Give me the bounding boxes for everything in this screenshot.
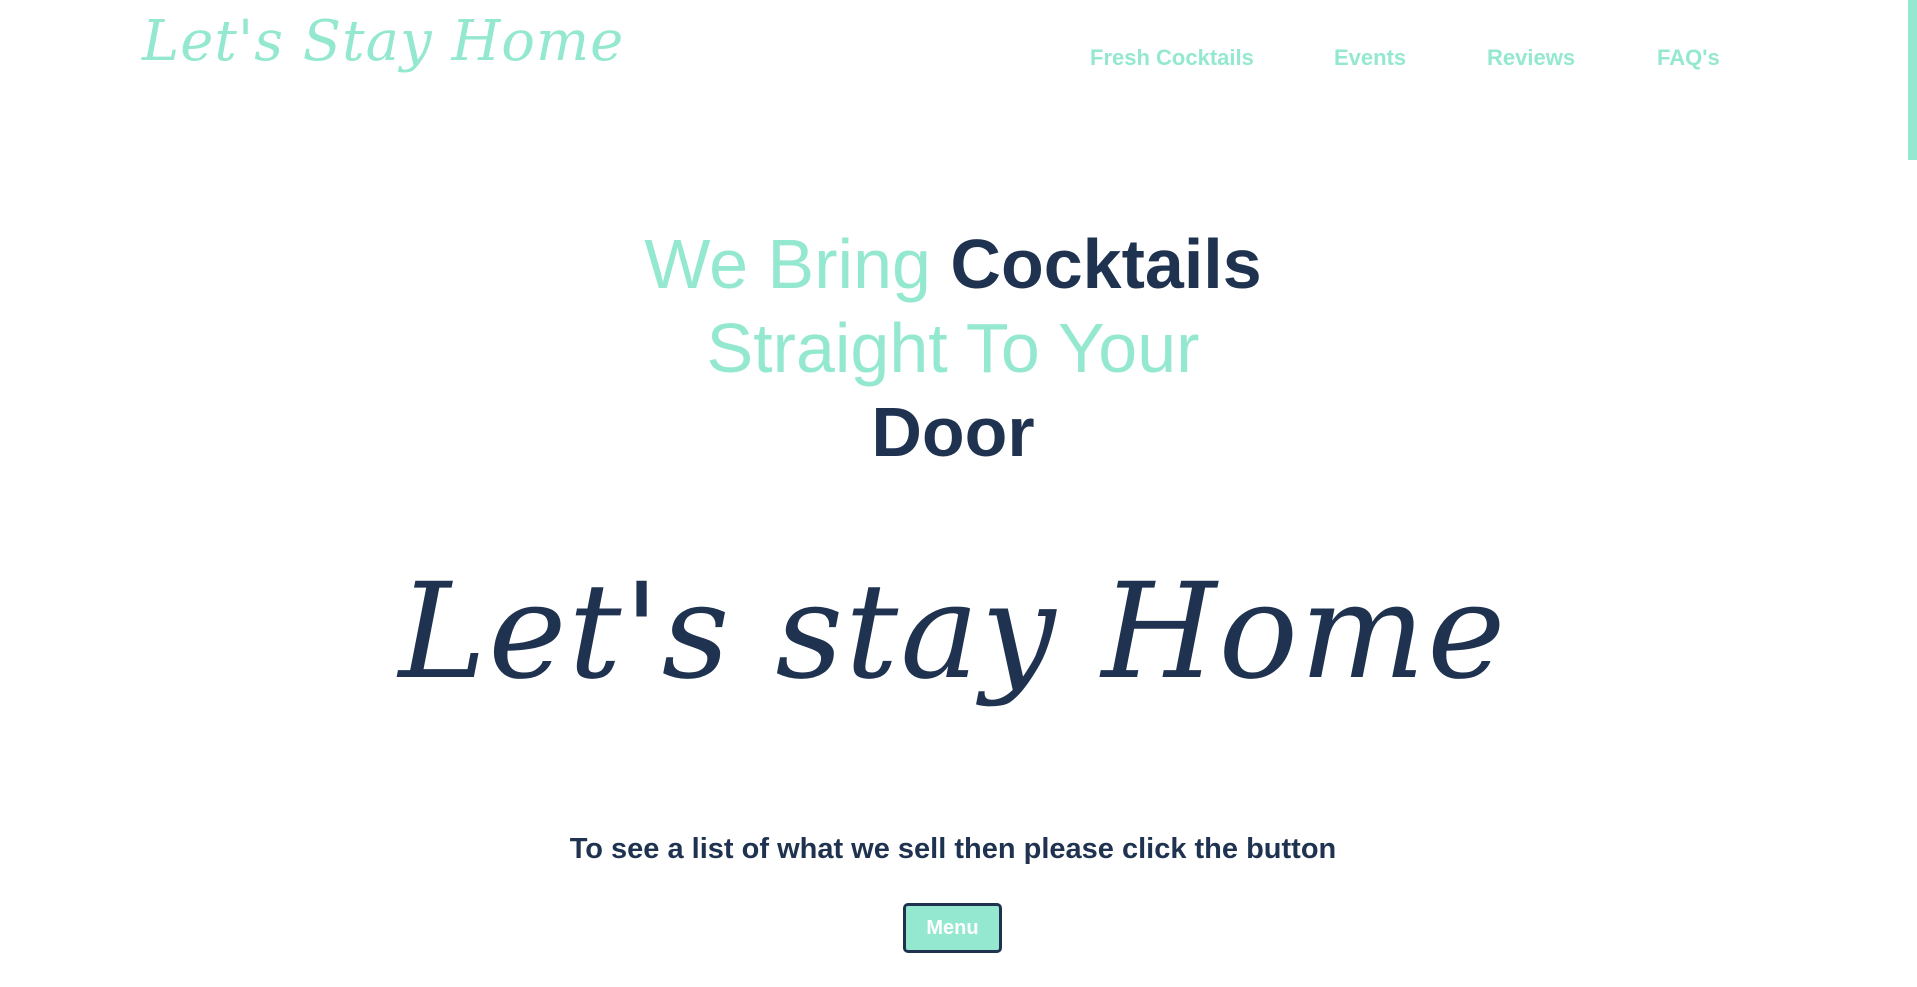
- headline-cocktails: Cocktails: [950, 225, 1262, 303]
- scrollbar-thumb[interactable]: [1908, 0, 1917, 160]
- nav-link-reviews[interactable]: Reviews: [1487, 45, 1575, 71]
- menu-button[interactable]: Menu: [903, 903, 1002, 953]
- headline-door: Door: [871, 393, 1035, 471]
- headline-straight-to-your: Straight To Your: [706, 309, 1200, 387]
- menu-instruction: To see a list of what we sell then pleas…: [569, 833, 1337, 865]
- nav-link-fresh-cocktails[interactable]: Fresh Cocktails: [1090, 45, 1254, 71]
- nav-link-faqs[interactable]: FAQ's: [1657, 45, 1720, 71]
- script-title: Let's stay Home: [398, 555, 1508, 709]
- headline-we-bring: We Bring: [644, 225, 931, 303]
- hero-headline: We Bring Cocktails Straight To Your Door: [0, 222, 1906, 474]
- nav-link-events[interactable]: Events: [1334, 45, 1406, 71]
- site-logo[interactable]: Let's Stay Home: [142, 14, 624, 70]
